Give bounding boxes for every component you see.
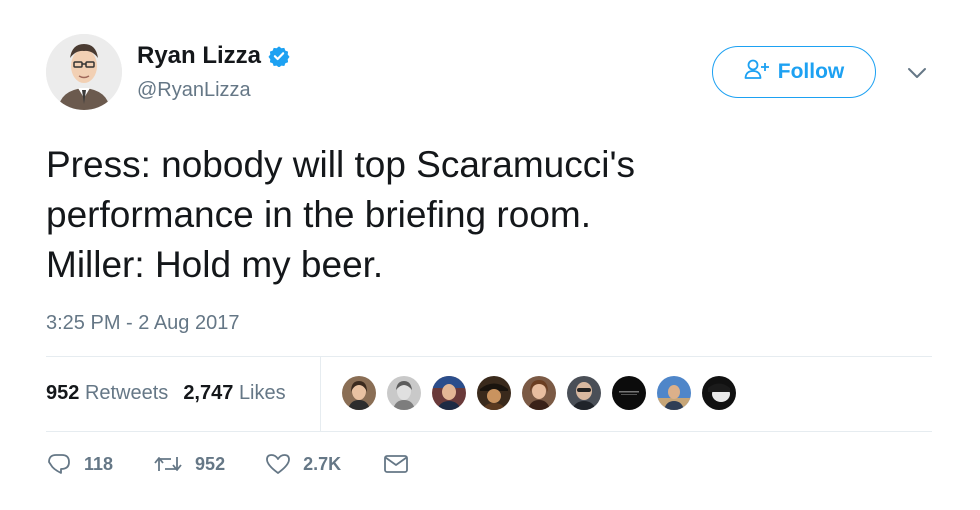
liker-avatars xyxy=(340,374,745,412)
liker-avatar[interactable] xyxy=(655,374,693,412)
author-avatar[interactable] xyxy=(46,34,122,110)
tweet-actions: 118 952 2.7K xyxy=(46,452,409,476)
divider xyxy=(46,431,932,432)
tweet-line: Miller: Hold my beer. xyxy=(46,244,384,285)
author-handle[interactable]: @RyanLizza xyxy=(137,79,251,102)
add-user-icon xyxy=(744,58,770,86)
author-name-row[interactable]: Ryan Lizza xyxy=(137,42,290,70)
like-button[interactable]: 2.7K xyxy=(265,452,341,476)
tweet-timestamp[interactable]: 3:25 PM - 2 Aug 2017 xyxy=(46,312,239,335)
liker-avatar[interactable] xyxy=(700,374,738,412)
tweet-line: performance in the briefing room. xyxy=(46,194,591,235)
liker-avatar[interactable] xyxy=(475,374,513,412)
tweet-line: Press: nobody will top Scaramucci's xyxy=(46,144,636,185)
author-name[interactable]: Ryan Lizza xyxy=(137,42,261,70)
stats-divider xyxy=(320,357,321,431)
liker-avatar[interactable] xyxy=(565,374,603,412)
likes-label: Likes xyxy=(238,382,286,404)
likes-count: 2,747 xyxy=(183,382,234,404)
liker-avatar[interactable] xyxy=(520,374,558,412)
retweets-count: 952 xyxy=(46,382,80,404)
like-count: 2.7K xyxy=(303,453,342,474)
chevron-down-icon xyxy=(908,68,926,78)
caricature-avatar-icon xyxy=(46,34,122,110)
likes-stat[interactable]: 2,747 Likes xyxy=(183,382,285,405)
envelope-icon xyxy=(383,453,409,475)
retweets-stat[interactable]: 952 Retweets xyxy=(46,382,168,405)
liker-avatar[interactable] xyxy=(430,374,468,412)
follow-label: Follow xyxy=(777,60,845,83)
tweet-stats: 952 Retweets 2,747 Likes xyxy=(46,382,286,405)
more-options-button[interactable] xyxy=(906,64,928,82)
verified-badge-icon xyxy=(268,45,290,68)
retweet-count: 952 xyxy=(195,453,226,474)
liker-avatar[interactable] xyxy=(610,374,648,412)
direct-message-button[interactable] xyxy=(383,453,409,475)
liker-avatar[interactable] xyxy=(340,374,378,412)
tweet-text: Press: nobody will top Scaramucci's perf… xyxy=(46,140,926,290)
retweet-icon xyxy=(153,453,183,475)
reply-count: 118 xyxy=(84,453,114,474)
retweet-button[interactable]: 952 xyxy=(153,453,225,475)
divider xyxy=(46,356,932,357)
retweets-label: Retweets xyxy=(84,382,169,404)
follow-button[interactable]: Follow xyxy=(712,46,876,98)
heart-icon xyxy=(265,452,291,476)
liker-avatar[interactable] xyxy=(385,374,423,412)
reply-button[interactable]: 118 xyxy=(46,452,113,476)
reply-icon xyxy=(46,452,72,476)
